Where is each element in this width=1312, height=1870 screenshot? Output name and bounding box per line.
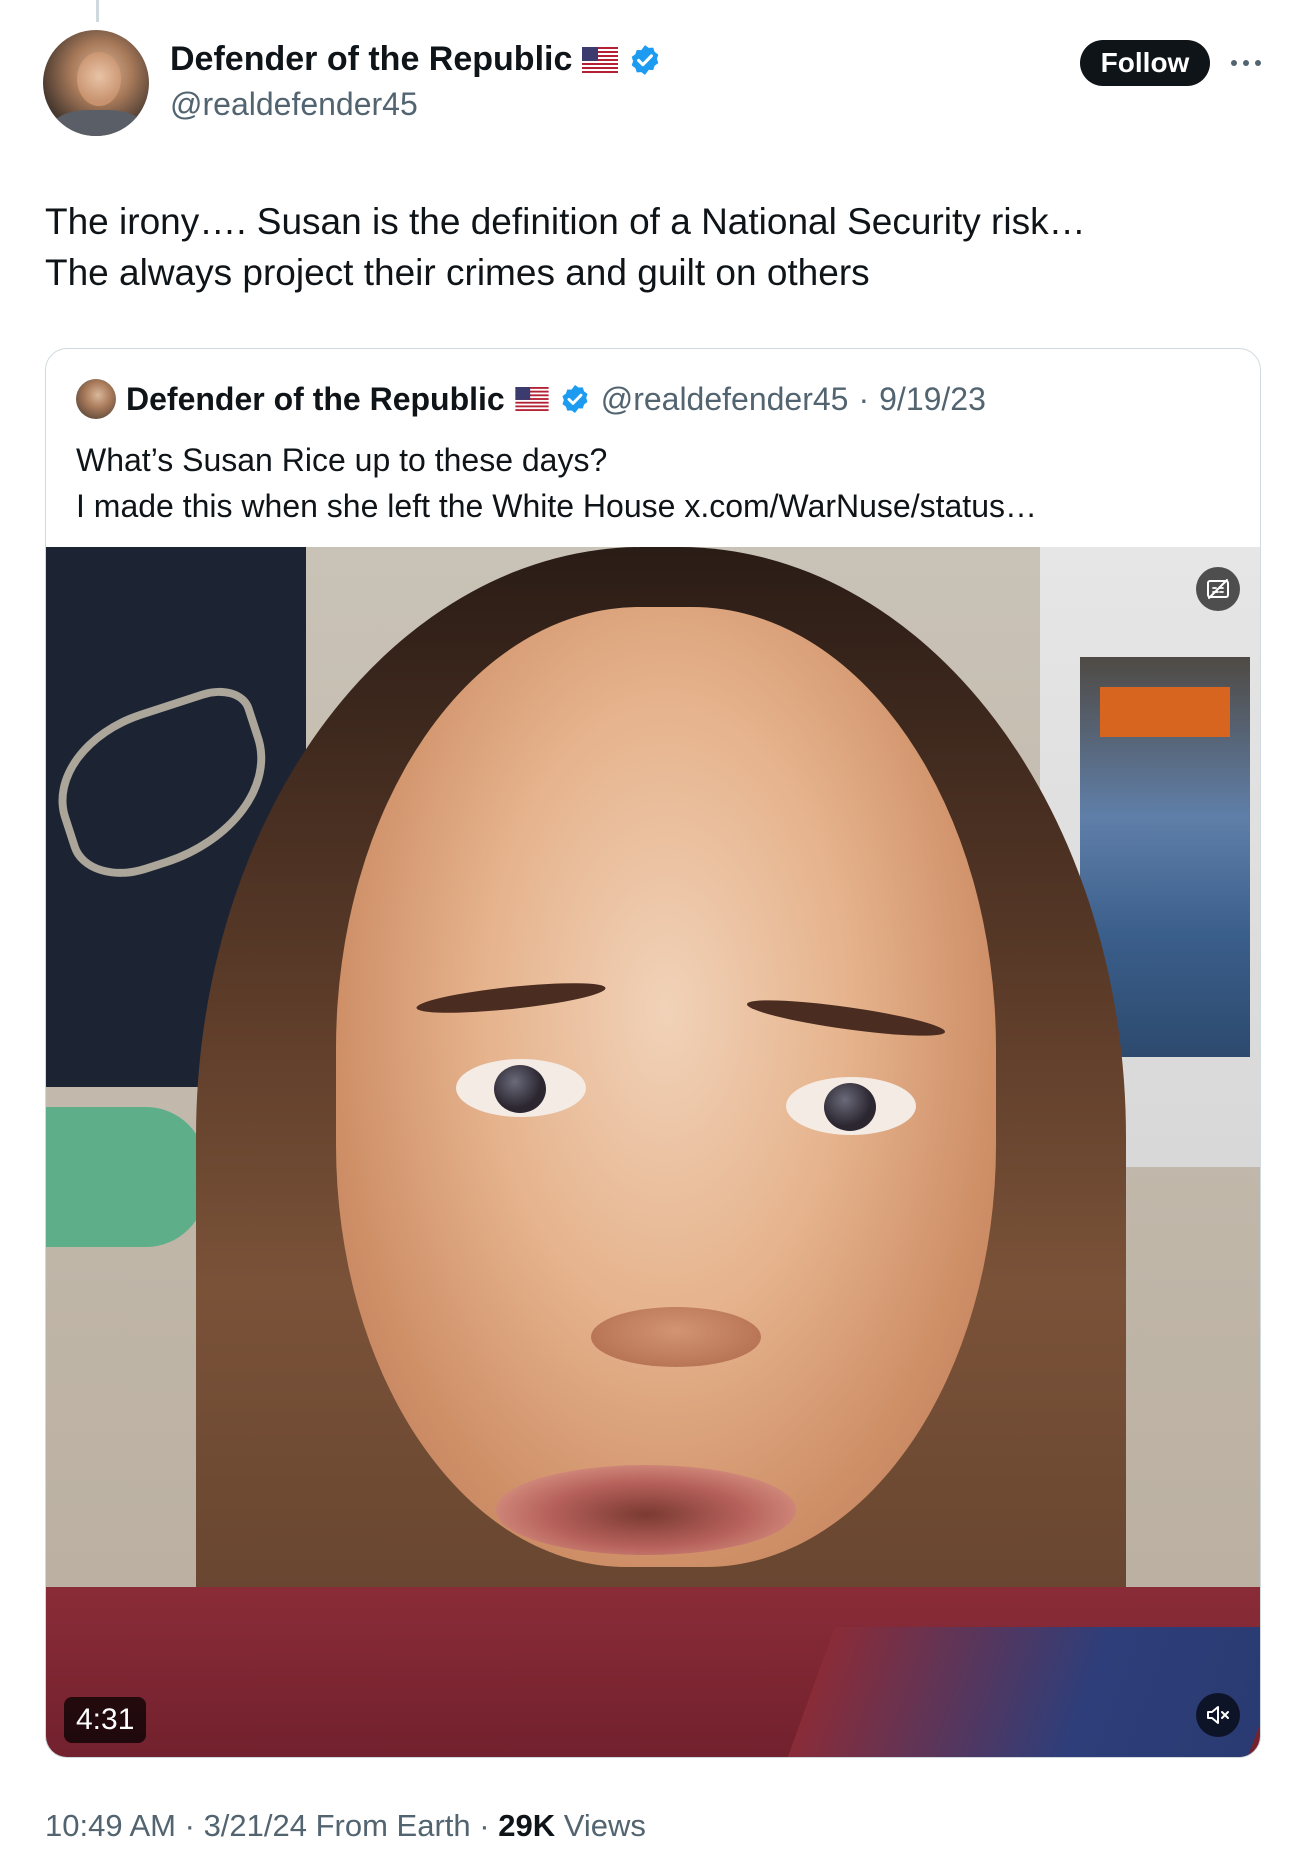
- captions-off-icon[interactable]: [1196, 567, 1240, 611]
- quoted-date: 9/19/23: [879, 380, 986, 417]
- video-subject-mouth: [496, 1465, 796, 1555]
- video-duration: 4:31: [64, 1697, 147, 1743]
- tweet-text: The irony…. Susan is the definition of a…: [45, 196, 1265, 298]
- quoted-author-handle: @realdefender45: [600, 380, 849, 417]
- quoted-separator: ·: [858, 380, 870, 417]
- author-avatar[interactable]: [43, 30, 149, 136]
- author-name-row: Defender of the Republic: [170, 40, 662, 79]
- author-display-name[interactable]: Defender of the Republic: [170, 40, 572, 79]
- video-subject-nose: [591, 1307, 761, 1367]
- background-book-stripe: [1100, 687, 1230, 737]
- quoted-tweet-card[interactable]: Defender of the Republic @realdefender45…: [45, 348, 1261, 1758]
- video-subject-scarf: [776, 1627, 1260, 1757]
- background-green-object: [46, 1107, 206, 1247]
- tweet-source: From Earth: [315, 1808, 471, 1843]
- ellipsis-icon[interactable]: [1226, 46, 1266, 80]
- avatar-face: [77, 52, 121, 106]
- author-handle[interactable]: @realdefender45: [170, 86, 418, 123]
- quoted-author-avatar: [76, 379, 116, 419]
- verified-badge-icon[interactable]: [628, 43, 662, 77]
- quoted-tweet-text: What’s Susan Rice up to these days? I ma…: [76, 437, 1236, 529]
- tweet-text-line: The irony…. Susan is the definition of a…: [45, 201, 1086, 242]
- meta-separator: ·: [184, 1808, 195, 1843]
- tweet-date[interactable]: 3/21/24: [204, 1808, 307, 1843]
- quoted-text-line: What’s Susan Rice up to these days?: [76, 442, 608, 478]
- views-label: Views: [563, 1808, 646, 1843]
- tweet-time[interactable]: 10:49 AM: [45, 1808, 176, 1843]
- video-subject-eye: [456, 1059, 586, 1117]
- video-player[interactable]: 4:31: [46, 547, 1260, 1757]
- follow-button[interactable]: Follow: [1080, 40, 1210, 86]
- muted-speaker-icon[interactable]: [1196, 1693, 1240, 1737]
- quoted-text-line[interactable]: I made this when she left the White Hous…: [76, 483, 1236, 529]
- quoted-author-display-name: Defender of the Republic: [126, 380, 505, 417]
- tweet-meta: 10:49 AM · 3/21/24 From Earth · 29K View…: [45, 1808, 646, 1844]
- views-count: 29K: [498, 1808, 556, 1843]
- verified-badge-icon: [562, 385, 588, 413]
- video-subject-eye: [786, 1077, 916, 1135]
- us-flag-icon: [515, 387, 549, 411]
- meta-separator: ·: [479, 1808, 490, 1843]
- avatar-shirt: [53, 110, 143, 136]
- quoted-tweet-header: Defender of the Republic @realdefender45…: [76, 379, 986, 419]
- tweet-text-line: The always project their crimes and guil…: [45, 252, 870, 293]
- us-flag-icon: [582, 46, 619, 73]
- thread-connector-line: [96, 0, 99, 22]
